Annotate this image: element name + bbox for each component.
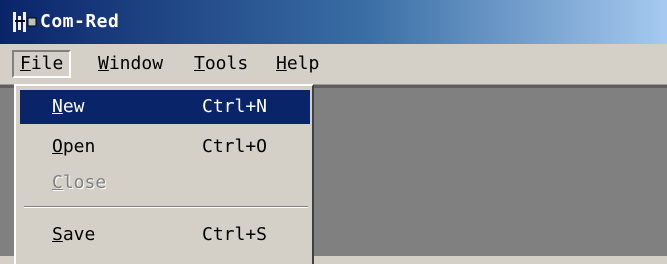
new-mnemonic: N bbox=[52, 96, 63, 117]
menu-help-mnemonic: H bbox=[276, 53, 287, 74]
menu-window[interactable]: Window bbox=[92, 50, 169, 78]
menu-item-open-label: Open bbox=[52, 130, 95, 164]
menu-window-label: indow bbox=[108, 53, 164, 74]
app-window: Com-Red File Window Tools Help New Ctrl+… bbox=[0, 0, 667, 264]
menu-separator bbox=[24, 206, 308, 208]
menu-bar: File Window Tools Help bbox=[0, 44, 667, 85]
save-mnemonic: S bbox=[52, 224, 63, 245]
title-bar[interactable]: Com-Red bbox=[0, 0, 667, 44]
menu-item-save-label: Save bbox=[52, 218, 95, 252]
menu-item-close: Close bbox=[20, 166, 310, 200]
menu-file-mnemonic: F bbox=[20, 53, 31, 74]
close-mnemonic: C bbox=[52, 172, 63, 193]
menu-help[interactable]: Help bbox=[270, 50, 325, 78]
menu-file[interactable]: File bbox=[12, 50, 72, 78]
menu-file-label: ile bbox=[30, 53, 64, 74]
new-label-rest: ew bbox=[62, 96, 85, 117]
menu-tools[interactable]: Tools bbox=[188, 50, 254, 78]
open-label-rest: pen bbox=[62, 136, 96, 157]
menu-item-save-shortcut: Ctrl+S bbox=[202, 224, 268, 245]
menu-item-close-label: Close bbox=[52, 166, 106, 200]
menu-tools-label: ools bbox=[204, 53, 249, 74]
app-logo-icon[interactable] bbox=[12, 10, 38, 34]
menu-help-label: elp bbox=[286, 53, 320, 74]
menu-item-new[interactable]: New Ctrl+N bbox=[20, 90, 310, 124]
menu-item-new-shortcut: Ctrl+N bbox=[202, 96, 268, 117]
menu-tools-mnemonic: T bbox=[194, 53, 205, 74]
file-dropdown-menu: New Ctrl+N Open Ctrl+O Close Save Ctrl+S bbox=[14, 84, 314, 264]
open-mnemonic: O bbox=[52, 136, 63, 157]
menu-item-save[interactable]: Save Ctrl+S bbox=[20, 218, 310, 252]
close-label-rest: lose bbox=[62, 172, 107, 193]
menu-item-open[interactable]: Open Ctrl+O bbox=[20, 130, 310, 164]
save-label-rest: ave bbox=[62, 224, 96, 245]
menu-item-open-shortcut: Ctrl+O bbox=[202, 136, 268, 157]
window-title: Com-Red bbox=[40, 11, 120, 32]
menu-item-new-label: New bbox=[52, 90, 85, 124]
menu-window-mnemonic: W bbox=[98, 53, 109, 74]
